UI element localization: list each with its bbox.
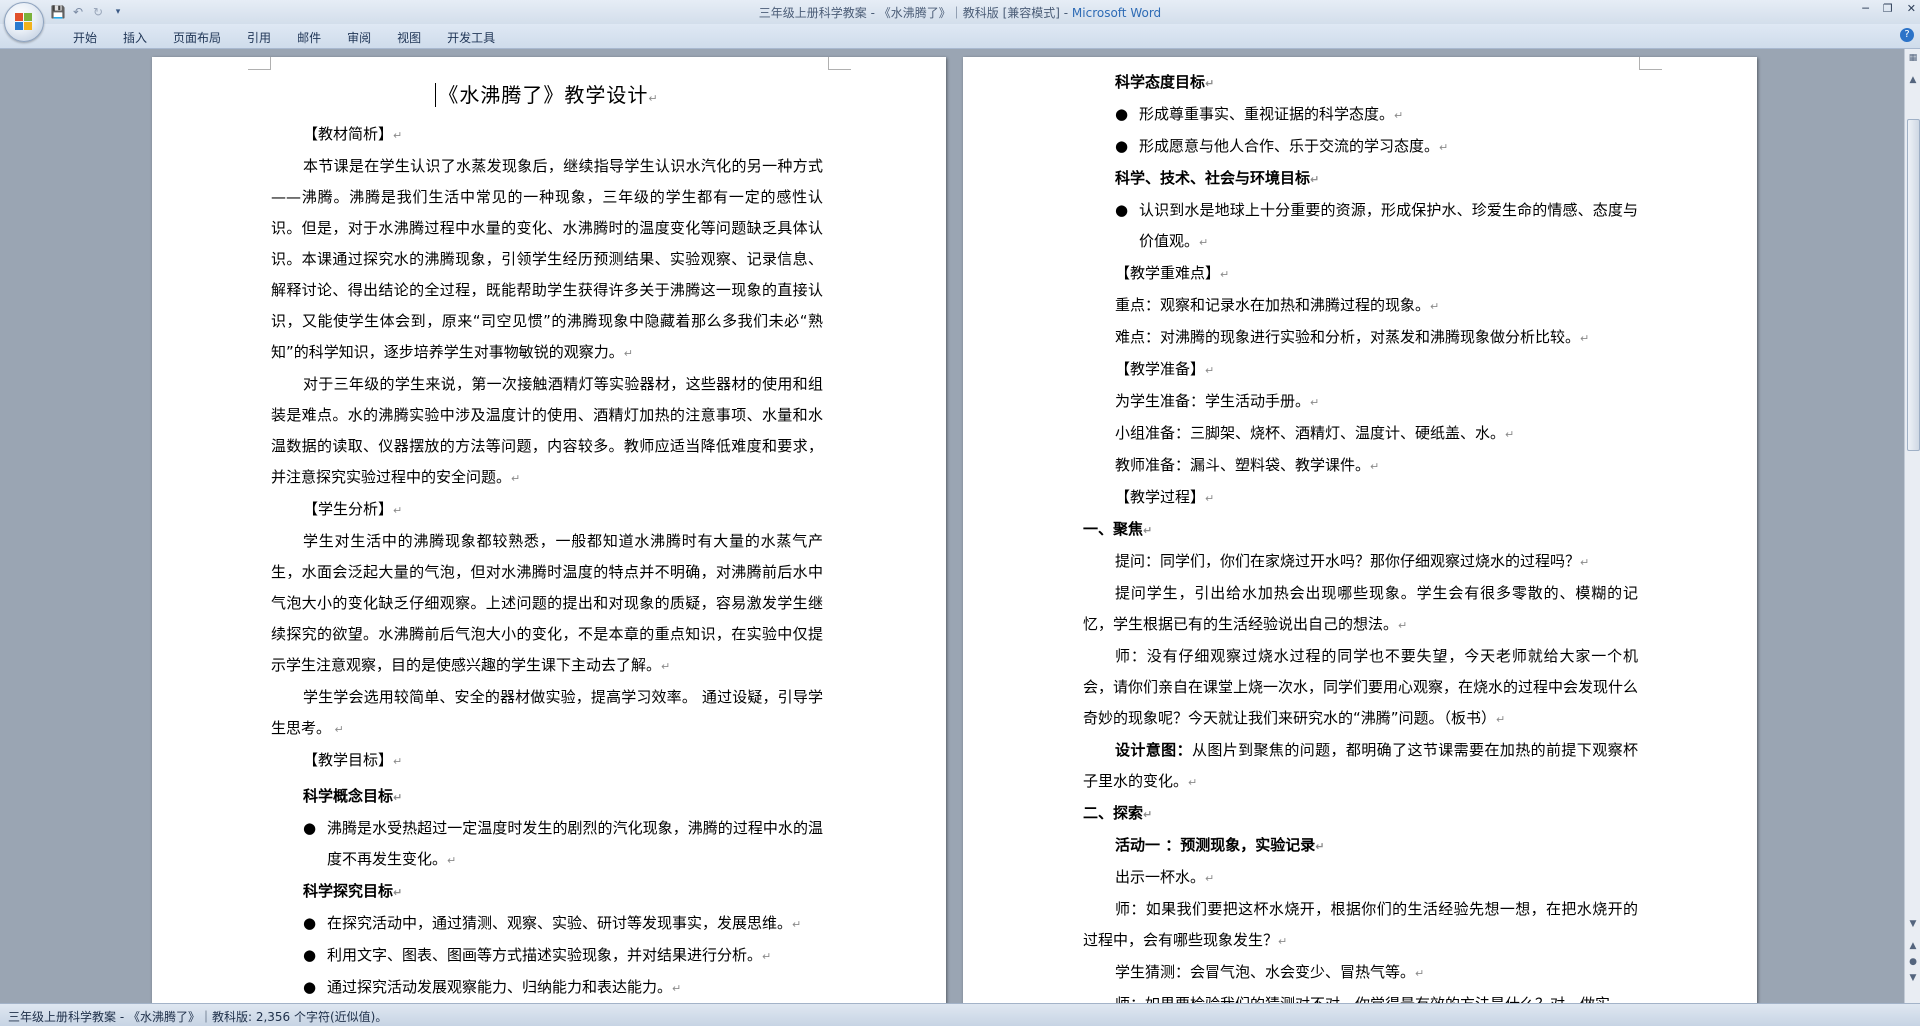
page-1[interactable]: 《水沸腾了》教学设计↵ 【教材简析】↵ 本节课是在学生认识了水蒸发现象后，继续指… — [152, 57, 946, 1003]
paragraph: 小组准备：三脚架、烧杯、酒精灯、温度计、硬纸盖、水。↵ — [1115, 424, 1515, 442]
subheading: 科学探究目标↵ — [303, 882, 403, 900]
office-button[interactable] — [4, 2, 44, 42]
bullet-icon: ● — [1115, 105, 1129, 123]
document-heading[interactable]: 《水沸腾了》教学设计↵ — [271, 75, 823, 119]
section-heading: 【学生分析】↵ — [303, 500, 403, 518]
document-area[interactable]: 《水沸腾了》教学设计↵ 【教材简析】↵ 本节课是在学生认识了水蒸发现象后，继续指… — [0, 49, 1904, 1003]
help-icon[interactable]: ? — [1900, 28, 1914, 42]
bullet-item: ● 形成愿意与他人合作、乐于交流的学习态度。↵ — [1083, 131, 1638, 163]
paragraph: 出示一杯水。↵ — [1115, 868, 1215, 886]
section-heading: 【教学目标】↵ — [303, 751, 403, 769]
page-2[interactable]: 科学态度目标↵ ● 形成尊重事实、重视证据的科学态度。↵ ● 形成愿意与他人合作、乐… — [963, 57, 1757, 1003]
paragraph: 重点：观察和记录水在加热和沸腾过程的现象。↵ — [1115, 296, 1440, 314]
paragraph: 提问：同学们，你们在家烧过开水吗？那你仔细观察过烧水的过程吗？↵ — [1115, 552, 1590, 570]
section-heading: 【教材简析】↵ — [303, 125, 403, 143]
document-title: 三年级上册科学教案 - 《水沸腾了》｜教科版 [兼容模式] - — [758, 6, 1072, 20]
paragraph: 本节课是在学生认识了水蒸发现象后，继续指导学生认识水汽化的另一种方式——沸腾。沸… — [271, 157, 823, 361]
crop-mark — [1639, 57, 1662, 70]
scrollbar-thumb[interactable] — [1907, 119, 1920, 451]
bullet-icon: ● — [303, 946, 317, 964]
restore-icon[interactable]: ❐ — [1883, 2, 1893, 15]
bullet-item: ● 认识到水是地球上十分重要的资源，形成保护水、珍爱生命的情感、态度与价值观。↵ — [1083, 195, 1638, 258]
ribbon-tab-bar: 开始 插入 页面布局 引用 邮件 审阅 视图 开发工具 ? — [0, 24, 1920, 49]
title-bar: 💾 ↶ ↻ ▾ 三年级上册科学教案 - 《水沸腾了》｜教科版 [兼容模式] - … — [0, 0, 1920, 24]
paragraph: 学生猜测：会冒气泡、水会变少、冒热气等。↵ — [1115, 963, 1425, 981]
bullet-icon: ● — [303, 819, 317, 837]
scroll-down-icon[interactable]: ▼ — [1908, 919, 1918, 929]
select-browse-object-icon[interactable]: ● — [1908, 957, 1918, 967]
app-name: Microsoft Word — [1071, 6, 1162, 20]
tab-developer[interactable]: 开发工具 — [434, 29, 508, 46]
tab-references[interactable]: 引用 — [234, 29, 284, 46]
crop-mark — [828, 57, 851, 70]
section-heading: 【教学重难点】↵ — [1115, 264, 1230, 282]
bullet-item: ● 通过探究活动发展观察能力、归纳能力和表达能力。↵ — [271, 972, 823, 1003]
paragraph: 学生学会选用较简单、安全的器材做实验，提高学习效率。 通过设疑，引导学生思考。 … — [271, 688, 823, 737]
next-page-icon[interactable]: ▼ — [1908, 973, 1918, 983]
previous-page-icon[interactable]: ▲ — [1908, 941, 1918, 951]
scroll-up-icon[interactable]: ▲ — [1908, 75, 1918, 85]
crop-mark — [248, 57, 271, 70]
tab-review[interactable]: 审阅 — [334, 29, 384, 46]
window-controls: ─ ❐ ✕ — [1862, 2, 1916, 15]
paragraph: 教师准备：漏斗、塑料袋、教学课件。↵ — [1115, 456, 1380, 474]
subheading: 科学、技术、社会与环境目标↵ — [1115, 169, 1320, 187]
page-1-content[interactable]: 《水沸腾了》教学设计↵ 【教材简析】↵ 本节课是在学生认识了水蒸发现象后，继续指… — [271, 75, 823, 1003]
tab-view[interactable]: 视图 — [384, 29, 434, 46]
ribbon-tabs: 开始 插入 页面布局 引用 邮件 审阅 视图 开发工具 — [60, 29, 508, 46]
status-text: 三年级上册科学教案 - 《水沸腾了》｜教科版: 2,356 个字符(近似值)。 — [8, 1010, 388, 1024]
subheading: 科学概念目标↵ — [303, 787, 403, 805]
minimize-icon[interactable]: ─ — [1862, 2, 1869, 15]
paragraph: 学生对生活中的沸腾现象都较熟悉，一般都知道水沸腾时有大量的水蒸气产生，水面会泛起… — [271, 532, 823, 674]
tab-insert[interactable]: 插入 — [110, 29, 160, 46]
paragraph: 师：如果我们要把这杯水烧开，根据你们的生活经验先想一想，在把水烧开的过程中，会有… — [1083, 900, 1638, 949]
window-title: 三年级上册科学教案 - 《水沸腾了》｜教科版 [兼容模式] - Microsof… — [0, 4, 1920, 21]
tab-home[interactable]: 开始 — [60, 29, 110, 46]
bullet-icon: ● — [1115, 201, 1129, 219]
bullet-icon: ● — [1115, 137, 1129, 155]
bullet-icon: ● — [303, 978, 317, 996]
subheading: 科学态度目标↵ — [1115, 73, 1215, 91]
close-icon[interactable]: ✕ — [1907, 2, 1916, 15]
bullet-item: ● 沸腾是水受热超过一定温度时发生的剧烈的汽化现象，沸腾的过程中水的温度不再发生变… — [271, 813, 823, 876]
paragraph: 师：如果要检验我们的猜测对不对，你觉得最有效的方法是什么？对，做实 — [1083, 989, 1638, 1003]
bullet-icon: ● — [303, 914, 317, 932]
bullet-item: ● 形成尊重事实、重视证据的科学态度。↵ — [1083, 99, 1638, 131]
ruler-toggle-icon[interactable]: ▦ — [1908, 53, 1918, 63]
paragraph: 设计意图：从图片到聚焦的问题，都明确了这节课需要在加热的前提下观察杯子里水的变化… — [1083, 741, 1638, 790]
paragraph: 为学生准备：学生活动手册。↵ — [1115, 392, 1320, 410]
bullet-item: ● 利用文字、图表、图画等方式描述实验现象，并对结果进行分析。↵ — [271, 940, 823, 972]
section-heading: 【教学过程】↵ — [1115, 488, 1215, 506]
subheading: 一、聚焦↵ — [1083, 520, 1153, 538]
paragraph: 提问学生，引出给水加热会出现哪些现象。学生会有很多零散的、模糊的记忆，学生根据已… — [1083, 584, 1638, 633]
subheading: 二、探索↵ — [1083, 804, 1153, 822]
bullet-item: ● 在探究活动中，通过猜测、观察、实验、研讨等发现事实，发展思维。↵ — [271, 908, 823, 940]
subheading: 活动一 ：预测现象，实验记录↵ — [1115, 836, 1325, 854]
page-2-content[interactable]: 科学态度目标↵ ● 形成尊重事实、重视证据的科学态度。↵ ● 形成愿意与他人合作、乐… — [1083, 67, 1638, 1003]
paragraph: 对于三年级的学生来说，第一次接触酒精灯等实验器材，这些器材的使用和组装是难点。水… — [271, 375, 823, 486]
tab-page-layout[interactable]: 页面布局 — [160, 29, 234, 46]
office-logo-icon — [15, 13, 33, 31]
paragraph: 难点：对沸腾的现象进行实验和分析，对蒸发和沸腾现象做分析比较。↵ — [1115, 328, 1590, 346]
section-heading: 【教学准备】↵ — [1115, 360, 1215, 378]
vertical-scrollbar[interactable]: ▦ ▲ ▼ ▲ ● ▼ — [1904, 49, 1920, 1003]
paragraph: 师：没有仔细观察过烧水过程的同学也不要失望，今天老师就给大家一个机会，请你们亲自… — [1083, 647, 1639, 727]
tab-mailings[interactable]: 邮件 — [284, 29, 334, 46]
status-bar: 三年级上册科学教案 - 《水沸腾了》｜教科版: 2,356 个字符(近似值)。 — [0, 1003, 1920, 1026]
